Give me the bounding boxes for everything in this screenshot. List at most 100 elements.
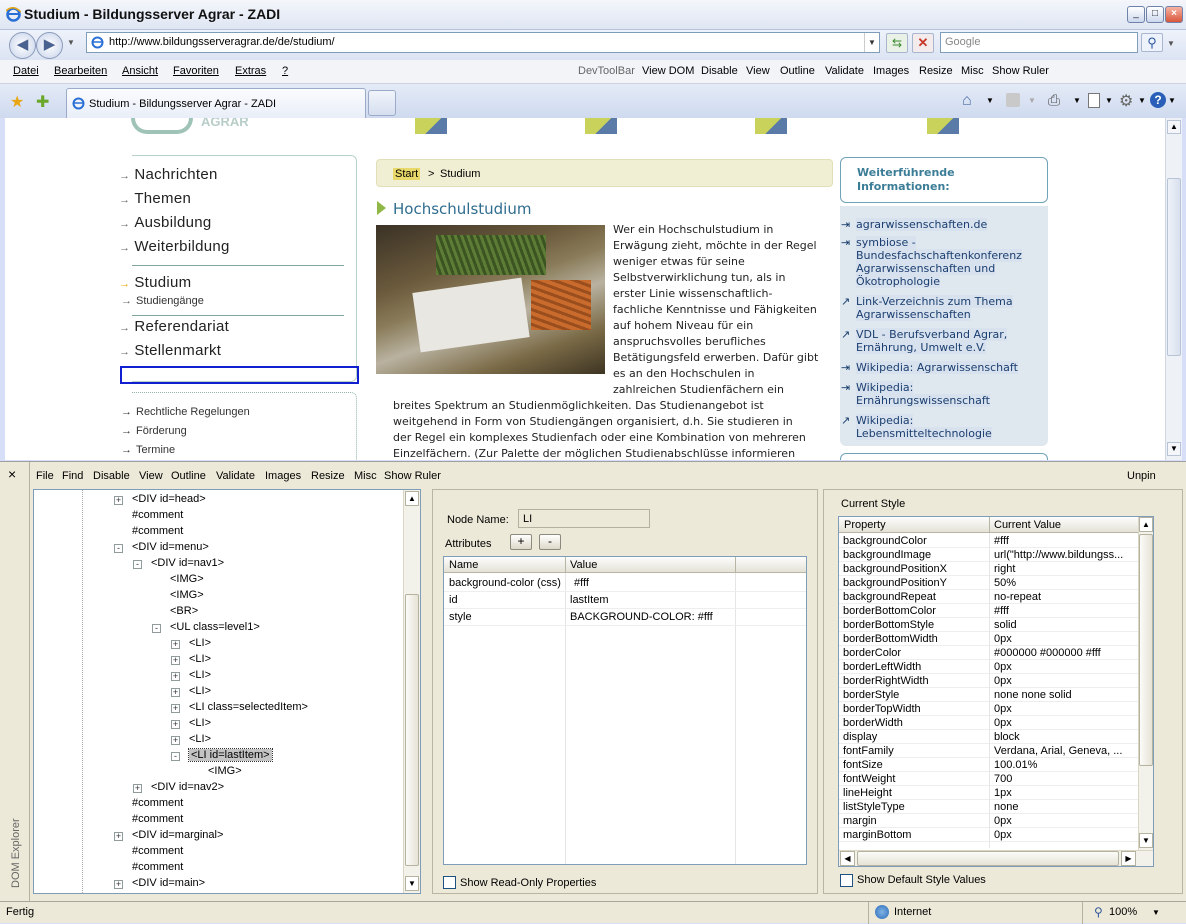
address-field[interactable]: http://www.bildungsserveragrar.de/de/stu… (86, 32, 880, 53)
devtoolbar-view-dom[interactable]: View DOM (642, 65, 694, 77)
nav-themen[interactable]: → Themen (119, 190, 191, 207)
maximize-button[interactable]: □ (1146, 6, 1164, 23)
dom-menu-disable[interactable]: Disable (93, 470, 130, 482)
expand-icon[interactable]: + (171, 656, 180, 665)
zoom-level[interactable]: 100% (1109, 906, 1137, 918)
link-verzeichnis[interactable]: Link-Verzeichnis zum Thema Agrarwissensc… (856, 295, 1013, 321)
home-icon[interactable]: ⌂ (962, 92, 972, 110)
page-scrollbar[interactable]: ▲ ▼ (1165, 118, 1182, 460)
tree-scrollbar[interactable]: ▲ ▼ (403, 490, 420, 893)
help-dropdown-icon[interactable]: ▼ (1168, 96, 1176, 105)
nav-weiterbildung[interactable]: → Weiterbildung (119, 238, 230, 255)
back-button[interactable]: ◀ (9, 32, 36, 59)
dom-tree[interactable]: + <DIV id=head> #comment #comment - <DIV id=m… (33, 489, 421, 894)
show-default-checkbox[interactable] (840, 874, 853, 887)
dom-menu-outline[interactable]: Outline (171, 470, 206, 482)
menu-extras[interactable]: Extras (235, 65, 266, 77)
link-termine[interactable]: → Termine (121, 444, 175, 456)
menu-favoriten[interactable]: Favoriten (173, 65, 219, 77)
expand-icon[interactable]: + (171, 672, 180, 681)
nav-referendariat[interactable]: → Referendariat (119, 318, 229, 335)
dom-menu-view[interactable]: View (139, 470, 163, 482)
scroll-thumb[interactable] (1167, 178, 1181, 356)
search-field[interactable]: Google (940, 32, 1138, 53)
forward-button[interactable]: ▶ (36, 32, 63, 59)
zoom-dropdown-icon[interactable]: ▼ (1152, 908, 1160, 917)
scroll-up-icon[interactable]: ▲ (1167, 120, 1181, 134)
feeds-icon[interactable] (1006, 93, 1020, 107)
print-icon[interactable]: ⎙ (1048, 92, 1060, 109)
tree-scroll-up-icon[interactable]: ▲ (405, 491, 419, 506)
link-vdl[interactable]: VDL - Berufsverband Agrar, Ernährung, Um… (856, 328, 1008, 354)
tab-studium[interactable]: Studium - Bildungsserver Agrar - ZADI (66, 88, 366, 118)
expand-icon[interactable]: + (171, 736, 180, 745)
page-menu-icon[interactable] (1088, 93, 1100, 108)
collapse-icon[interactable]: - (152, 624, 161, 633)
style-scroll-right-icon[interactable]: ▶ (1121, 851, 1136, 866)
nav-studiengaenge[interactable]: → Studiengänge (121, 295, 204, 307)
attribute-row[interactable]: background-color (css) #fff (444, 575, 806, 592)
nav-nachrichten[interactable]: → Nachrichten (119, 166, 218, 183)
show-readonly-checkbox[interactable] (443, 876, 456, 889)
expand-icon[interactable]: + (171, 640, 180, 649)
dom-close-button[interactable]: × (8, 466, 16, 482)
dom-unpin-button[interactable]: Unpin (1127, 470, 1156, 482)
style-scroll-up-icon[interactable]: ▲ (1139, 517, 1153, 532)
attribute-row[interactable]: style BACKGROUND-COLOR: #fff (444, 609, 806, 626)
node-name-field[interactable]: LI (518, 509, 650, 528)
expand-icon[interactable]: + (171, 704, 180, 713)
link-symbiose[interactable]: symbiose - Bundesfachschaftenkonferenz A… (856, 236, 1022, 288)
devtoolbar-view[interactable]: View (746, 65, 770, 77)
menu-bearbeiten[interactable]: Bearbeiten (54, 65, 107, 77)
style-hscroll-thumb[interactable] (857, 851, 1119, 866)
feeds-dropdown-icon[interactable]: ▼ (1028, 96, 1036, 105)
tools-gear-icon[interactable]: ⚙ (1119, 91, 1133, 111)
link-wikipedia-ernaehrung[interactable]: Wikipedia: Ernährungswissenschaft (856, 381, 990, 407)
add-attribute-button[interactable]: + (510, 534, 532, 550)
expand-icon[interactable]: + (114, 496, 123, 505)
collapse-icon[interactable]: - (171, 752, 180, 761)
search-icon[interactable]: ⚲ (1141, 33, 1163, 52)
remove-attribute-button[interactable]: - (539, 534, 561, 550)
style-hscrollbar[interactable]: ◀ ▶ (839, 850, 1153, 866)
home-dropdown-icon[interactable]: ▼ (986, 96, 994, 105)
style-scroll-thumb[interactable] (1139, 534, 1153, 766)
style-vscrollbar[interactable]: ▲ ▼ (1138, 517, 1153, 850)
page-dropdown-icon[interactable]: ▼ (1105, 96, 1113, 105)
dom-menu-find[interactable]: Find (62, 470, 83, 482)
help-icon[interactable]: ? (1150, 92, 1166, 108)
devtoolbar-outline[interactable]: Outline (780, 65, 815, 77)
breadcrumb-start[interactable]: Start (393, 168, 421, 180)
menu-ansicht[interactable]: Ansicht (122, 65, 158, 77)
style-scroll-left-icon[interactable]: ◀ (840, 851, 855, 866)
address-dropdown-icon[interactable]: ▼ (864, 33, 879, 52)
link-wikipedia-lebensmittel[interactable]: Wikipedia: Lebensmitteltechnologie (856, 414, 992, 440)
nav-studium-selected[interactable]: → Studium (119, 274, 191, 291)
nav-ausbildung[interactable]: → Ausbildung (119, 214, 212, 231)
scroll-down-icon[interactable]: ▼ (1167, 442, 1181, 456)
tree-scroll-down-icon[interactable]: ▼ (405, 876, 419, 891)
dom-menu-validate[interactable]: Validate (216, 470, 255, 482)
link-foerderung[interactable]: → Förderung (121, 425, 187, 437)
devtoolbar-show-ruler[interactable]: Show Ruler (992, 65, 1049, 77)
dom-menu-resize[interactable]: Resize (311, 470, 345, 482)
dom-menu-images[interactable]: Images (265, 470, 301, 482)
expand-icon[interactable]: + (114, 880, 123, 889)
stop-icon[interactable]: ✕ (912, 33, 934, 53)
dom-menu-misc[interactable]: Misc (354, 470, 377, 482)
devtoolbar-validate[interactable]: Validate (825, 65, 864, 77)
new-tab-button[interactable] (368, 90, 396, 116)
nav-stellenmarkt[interactable]: → Stellenmarkt (119, 342, 221, 359)
devtoolbar-misc[interactable]: Misc (961, 65, 984, 77)
expand-icon[interactable]: + (133, 784, 142, 793)
menu-help[interactable]: ? (282, 65, 288, 77)
expand-icon[interactable]: + (171, 720, 180, 729)
tools-dropdown-icon[interactable]: ▼ (1138, 96, 1146, 105)
minimize-button[interactable]: _ (1127, 6, 1145, 23)
close-window-button[interactable]: × (1165, 6, 1183, 23)
style-scroll-down-icon[interactable]: ▼ (1139, 833, 1153, 848)
dom-menu-file[interactable]: File (36, 470, 54, 482)
link-agrarwissenschaften[interactable]: agrarwissenschaften.de (856, 218, 988, 231)
collapse-icon[interactable]: - (114, 544, 123, 553)
link-rechtliche-regelungen[interactable]: → Rechtliche Regelungen (121, 406, 250, 418)
